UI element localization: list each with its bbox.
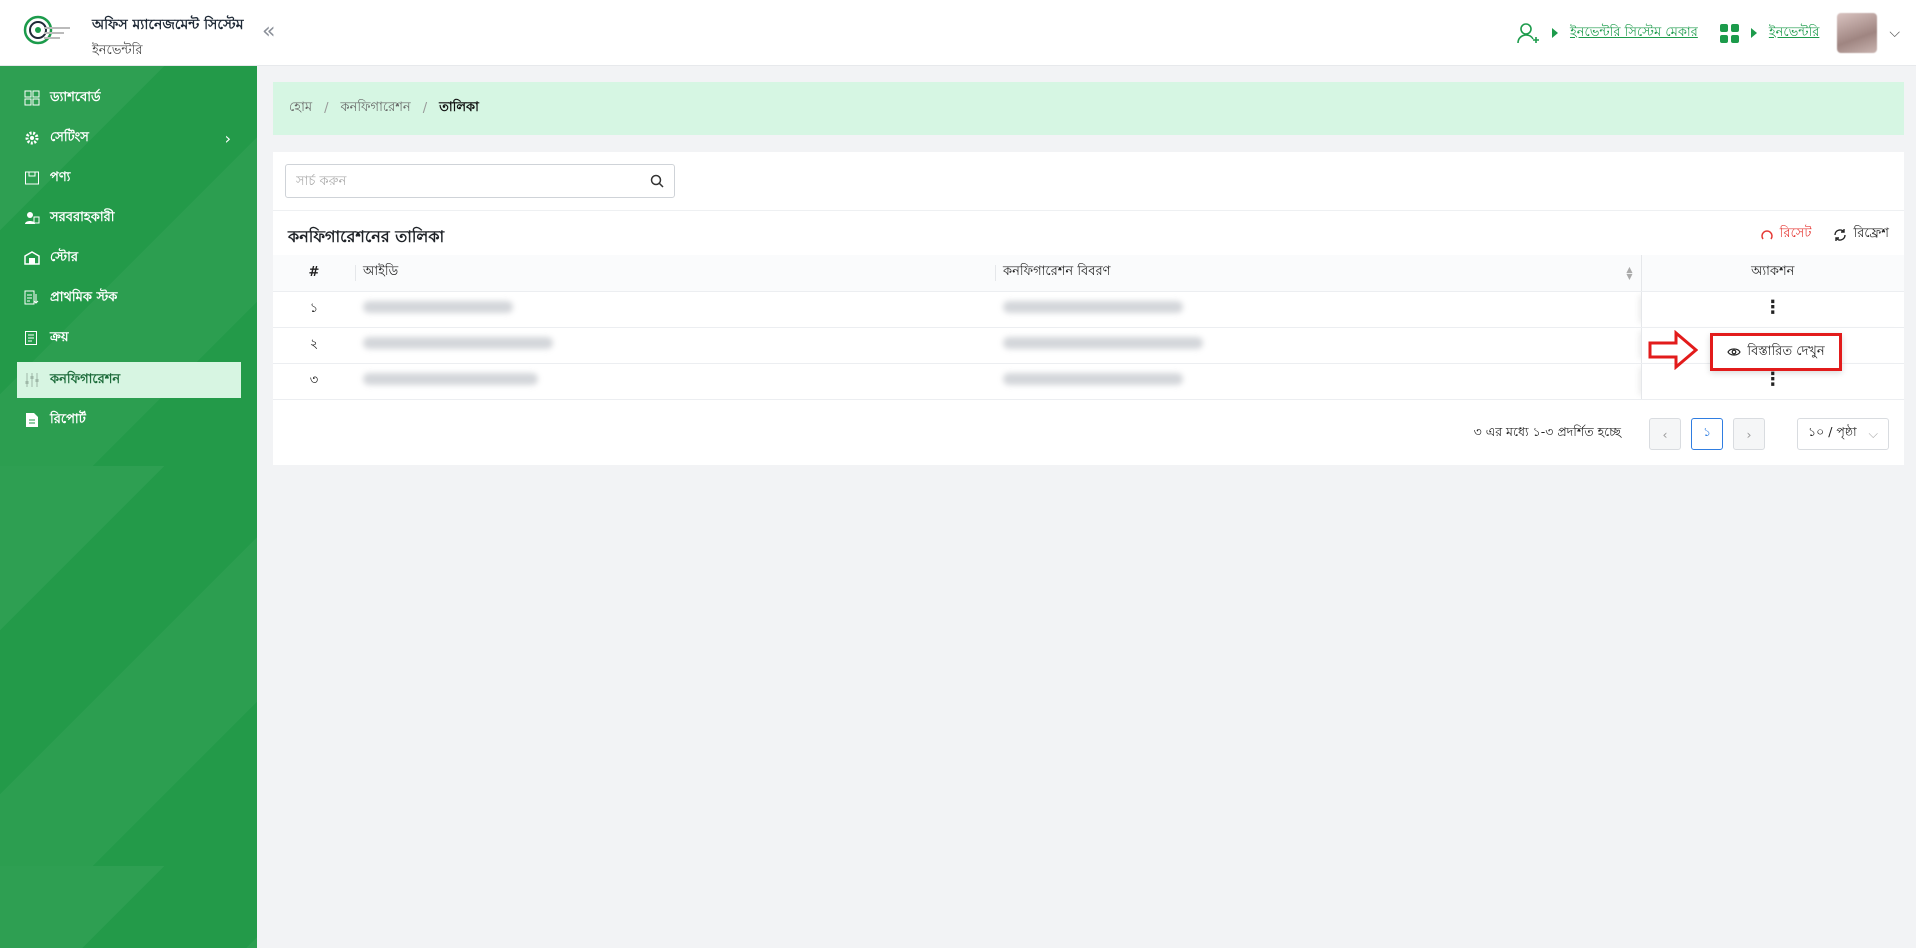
more-vertical-icon[interactable]: ⋮ xyxy=(1764,369,1782,390)
collapse-sidebar-icon[interactable]: « xyxy=(262,19,275,44)
pagination: ৩ এর মধ্যে ১-৩ প্রদর্শিত হচ্ছে ‹ ১ › ১০ … xyxy=(1474,418,1889,450)
table-tools: রিসেট রিফ্রেশ xyxy=(1760,224,1889,245)
sidebar-item-label: ড্যাশবোর্ড xyxy=(50,89,101,105)
chevron-down-icon[interactable]: ⌵ xyxy=(1889,25,1900,41)
app-title: অফিস ম্যানেজমেন্ট সিস্টেম xyxy=(92,17,244,33)
sidebar-item-report[interactable]: রিপোর্ট xyxy=(17,402,241,438)
gear-icon xyxy=(24,130,40,146)
config-table: # আইডি কনফিগারেশন বিবরণ ▲ ▼ অ্যাকশন ১ ⋮ ২ … xyxy=(273,255,1904,400)
header-actions: ইনভেন্টরি সিস্টেম মেকার ইনভেন্টরি ⌵ xyxy=(1516,13,1900,53)
sidebar-item-label: পণ্য xyxy=(50,169,71,185)
eye-icon xyxy=(1727,348,1742,356)
report-icon xyxy=(24,412,40,428)
breadcrumb-separator: / xyxy=(324,101,329,116)
sidebar-item-products[interactable]: পণ্য xyxy=(17,160,241,196)
column-header-action: অ্যাকশন xyxy=(1640,255,1904,292)
supplier-icon xyxy=(24,210,40,226)
caret-right-icon xyxy=(1551,28,1558,38)
config-list-panel: কনফিগারেশনের তালিকা রিসেট রিফ্রেশ # আইডি… xyxy=(273,152,1904,465)
row-number: ৩ xyxy=(273,363,355,400)
row-id-redacted xyxy=(355,291,995,328)
chevron-down-icon: ⌵ xyxy=(1868,426,1878,441)
sidebar: ড্যাশবোর্ড সেটিংস › পণ্য সরবরাহকারী স্টো… xyxy=(0,66,257,948)
stock-icon xyxy=(24,290,40,306)
column-header-description-label: কনফিগারেশন বিবরণ xyxy=(1003,264,1111,280)
sidebar-item-label: কনফিগারেশন xyxy=(50,371,121,387)
search-icon[interactable] xyxy=(650,174,664,188)
view-details-menu-item[interactable]: বিস্তারিত দেখুন xyxy=(1710,333,1842,371)
row-id-redacted xyxy=(355,327,995,364)
annotation-arrow-icon xyxy=(1648,330,1698,370)
sidebar-item-label: স্টোর xyxy=(50,249,78,265)
more-vertical-icon[interactable]: ⋮ xyxy=(1764,297,1782,318)
column-header-id-label: আইডি xyxy=(363,264,399,280)
sidebar-item-label: সেটিংস xyxy=(50,129,89,145)
sidebar-item-label: সরবরাহকারী xyxy=(50,209,115,225)
brand-text: অফিস ম্যানেজমেন্ট সিস্টেম ইনভেন্টরি xyxy=(92,13,244,62)
sidebar-item-initial-stock[interactable]: প্রাথমিক স্টক xyxy=(17,280,241,316)
breadcrumb-configuration[interactable]: কনফিগারেশন xyxy=(340,98,410,119)
row-description-redacted xyxy=(995,327,1641,364)
caret-right-icon xyxy=(1750,28,1757,38)
breadcrumb: হোম / কনফিগারেশন / তালিকা xyxy=(273,82,1904,135)
sidebar-item-suppliers[interactable]: সরবরাহকারী xyxy=(17,200,241,236)
breadcrumb-separator: / xyxy=(422,101,428,116)
breadcrumb-home[interactable]: হোম xyxy=(289,98,312,119)
sort-icon[interactable]: ▲ ▼ xyxy=(1626,266,1632,281)
purchase-icon xyxy=(24,330,40,346)
pagination-info: ৩ এর মধ্যে ১-৩ প্রদর্শিত হচ্ছে xyxy=(1473,424,1621,439)
divider xyxy=(273,210,1904,211)
row-description-redacted xyxy=(995,291,1641,328)
column-header-description[interactable]: কনফিগারেশন বিবরণ ▲ ▼ xyxy=(995,255,1641,292)
row-action: ⋮ xyxy=(1640,291,1904,328)
reset-button[interactable]: রিসেট xyxy=(1760,224,1812,245)
refresh-label: রিফ্রেশ xyxy=(1853,226,1889,241)
reset-icon xyxy=(1760,229,1773,239)
refresh-icon xyxy=(1834,228,1847,241)
row-number: ২ xyxy=(273,327,355,364)
config-icon xyxy=(24,372,40,388)
table-row: ১ ⋮ xyxy=(273,291,1904,328)
dashboard-icon xyxy=(24,90,40,106)
user-switch-icon[interactable] xyxy=(1516,21,1540,45)
table-header-row: # আইডি কনফিগারেশন বিবরণ ▲ ▼ অ্যাকশন xyxy=(273,255,1904,292)
refresh-button[interactable]: রিফ্রেশ xyxy=(1833,224,1889,245)
sidebar-item-dashboard[interactable]: ড্যাশবোর্ড xyxy=(17,80,241,116)
chevron-right-icon: › xyxy=(224,128,231,148)
page-size-select[interactable]: ১০ / পৃষ্ঠা ⌵ xyxy=(1797,418,1889,450)
module-link[interactable]: ইনভেন্টরি xyxy=(1769,23,1820,44)
column-header-id: আইডি xyxy=(355,255,995,292)
app-subtitle: ইনভেন্টরি xyxy=(92,43,143,58)
view-details-label: বিস্তারিত দেখুন xyxy=(1747,343,1825,359)
avatar[interactable] xyxy=(1837,13,1878,53)
page-size-value: ১০ / পৃষ্ঠা xyxy=(1808,424,1857,439)
apps-grid-icon[interactable] xyxy=(1719,23,1739,43)
row-description-redacted xyxy=(995,363,1641,400)
row-number: ১ xyxy=(273,291,355,328)
search-box xyxy=(285,164,675,198)
store-icon xyxy=(24,250,40,266)
column-header-number: # xyxy=(273,255,355,292)
product-icon xyxy=(24,170,40,186)
next-page-button[interactable]: › xyxy=(1733,418,1765,450)
breadcrumb-current: তালিকা xyxy=(439,100,479,115)
reset-label: রিসেট xyxy=(1779,226,1812,241)
sidebar-item-label: রিপোর্ট xyxy=(50,411,86,427)
page-button-current[interactable]: ১ xyxy=(1691,418,1723,450)
table-title: কনফিগারেশনের তালিকা xyxy=(288,227,445,246)
sidebar-item-label: ক্রয় xyxy=(50,329,69,345)
row-id-redacted xyxy=(355,363,995,400)
search-input[interactable] xyxy=(296,173,650,189)
sidebar-item-label: প্রাথমিক স্টক xyxy=(50,289,118,305)
prev-page-button[interactable]: ‹ xyxy=(1649,418,1681,450)
sidebar-item-purchase[interactable]: ক্রয় xyxy=(17,320,241,356)
top-header: অফিস ম্যানেজমেন্ট সিস্টেম ইনভেন্টরি « ইন… xyxy=(0,0,1916,66)
sidebar-item-configuration[interactable]: কনফিগারেশন xyxy=(17,362,241,398)
brand-logo xyxy=(23,15,70,45)
sidebar-item-settings[interactable]: সেটিংস › xyxy=(17,120,241,156)
user-role-link[interactable]: ইনভেন্টরি সিস্টেম মেকার xyxy=(1570,23,1698,44)
sidebar-item-store[interactable]: স্টোর xyxy=(17,240,241,276)
